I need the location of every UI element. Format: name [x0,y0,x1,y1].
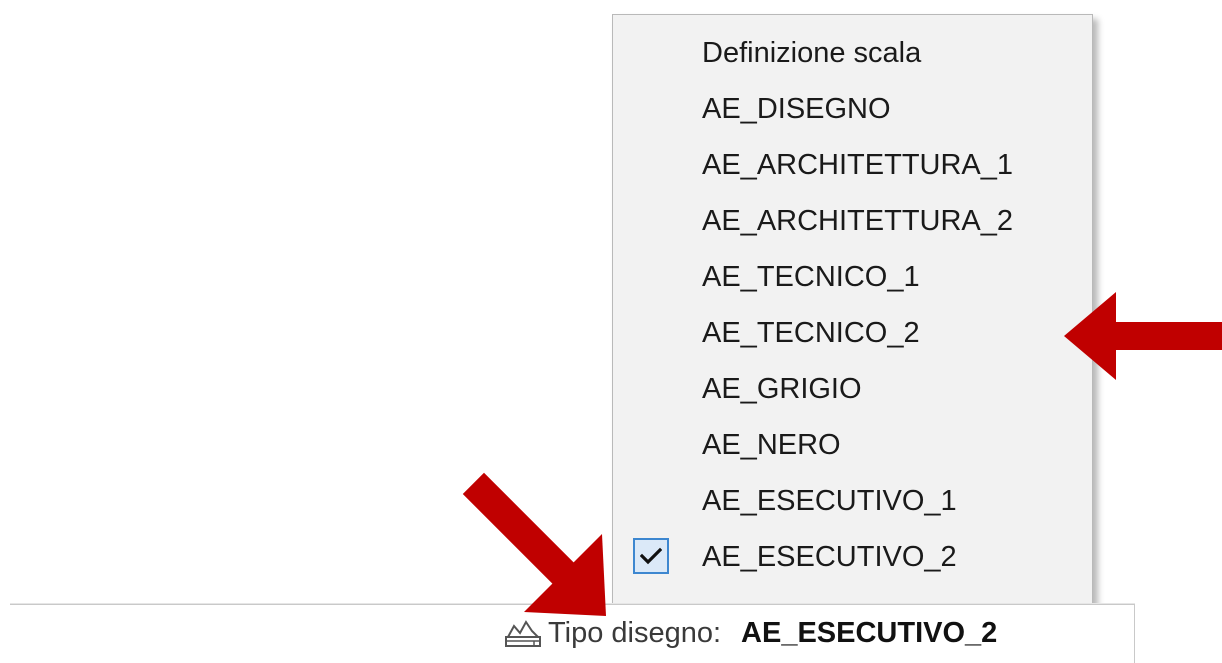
menu-item-ae-disegno[interactable]: AE_DISEGNO [613,81,1092,137]
menu-item-label: AE_DISEGNO [702,92,891,125]
menu-item-label: AE_ARCHITETTURA_1 [702,148,1014,181]
menu-item-label: AE_ESECUTIVO_2 [702,540,957,573]
menu-item-ae-architettura-2[interactable]: AE_ARCHITETTURA_2 [613,193,1092,249]
menu-item-label: AE_GRIGIO [702,372,862,405]
drawing-type-label: Tipo disegno: [548,616,722,649]
menu-item-label: AE_ARCHITETTURA_2 [702,204,1014,237]
menu-item-ae-esecutivo-1[interactable]: AE_ESECUTIVO_1 [613,473,1092,529]
checkmark-icon [633,538,669,574]
menu-item-ae-esecutivo-2[interactable]: AE_ESECUTIVO_2 [613,529,1092,585]
menu-item-ae-nero[interactable]: AE_NERO [613,417,1092,473]
menu-item-label: AE_TECNICO_2 [702,316,920,349]
menu-item-label: AE_NERO [702,428,841,461]
annotation-arrow-left-icon [1064,292,1222,380]
menu-item-definizione-scala[interactable]: Definizione scala [613,25,1092,81]
menu-item-ae-tecnico-1[interactable]: AE_TECNICO_1 [613,249,1092,305]
menu-item-label: Definizione scala [702,36,922,69]
annotation-arrow-diagonal-icon [462,472,606,616]
menu-item-ae-tecnico-2[interactable]: AE_TECNICO_2 [613,305,1092,361]
menu-item-label: AE_TECNICO_1 [702,260,920,293]
drawing-type-icon [504,617,544,649]
menu-item-ae-architettura-1[interactable]: AE_ARCHITETTURA_1 [613,137,1092,193]
drawing-type-value[interactable]: AE_ESECUTIVO_2 [741,617,997,650]
menu-item-ae-grigio[interactable]: AE_GRIGIO [613,361,1092,417]
drawing-type-menu: Definizione scala AE_DISEGNO AE_ARCHITET… [612,14,1093,608]
menu-item-label: AE_ESECUTIVO_1 [702,484,957,517]
